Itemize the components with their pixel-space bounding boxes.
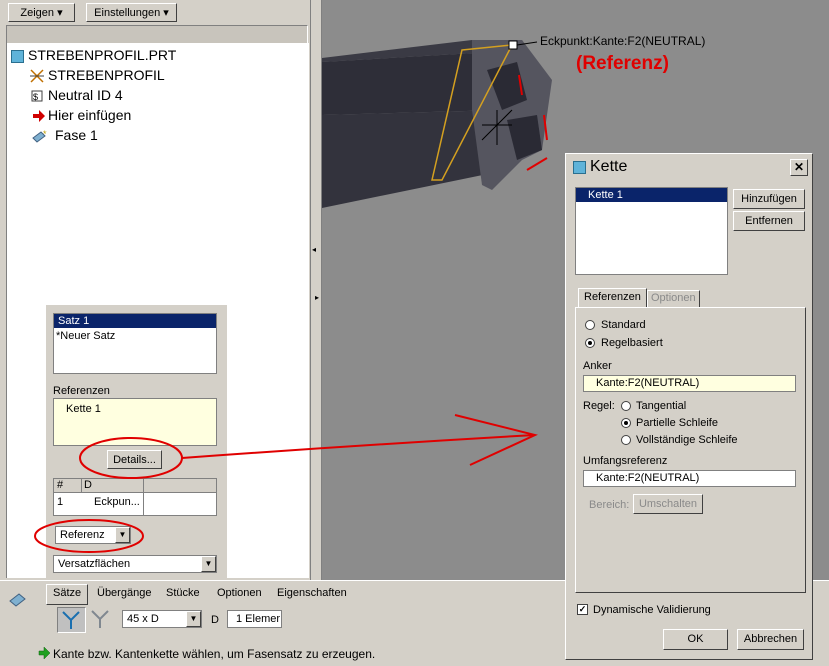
add-chain-button[interactable]: Hinzufügen: [733, 189, 805, 209]
ok-button[interactable]: OK: [663, 629, 728, 650]
offset-surfaces-select[interactable]: Versatzflächen ▼: [53, 555, 217, 573]
chain-list-item[interactable]: Kette 1: [576, 188, 727, 202]
standard-radio-label: Standard: [601, 319, 646, 331]
table-divider: [143, 479, 144, 515]
chevron-down-icon[interactable]: ▼: [115, 527, 130, 543]
corner-transition-mode-icon[interactable]: [88, 607, 112, 631]
sets-list[interactable]: Satz 1 *Neuer Satz: [53, 313, 217, 374]
set-item-new[interactable]: *Neuer Satz: [54, 328, 216, 344]
complete-loop-radio-label: Vollständige Schleife: [636, 434, 738, 446]
d-value-input[interactable]: 1 Elemer: [227, 610, 282, 628]
insert-arrow-icon: [32, 109, 46, 123]
dialog-title: Kette: [590, 158, 628, 175]
standard-radio[interactable]: [585, 320, 595, 330]
complete-loop-radio[interactable]: [621, 435, 631, 445]
collapse-arrow-icon[interactable]: ◂: [312, 245, 316, 254]
settings-menu-button[interactable]: Einstellungen ▾: [86, 3, 177, 22]
cancel-button[interactable]: Abbrechen: [737, 629, 804, 650]
anchor-field[interactable]: Kante:F2(NEUTRAL): [583, 375, 796, 392]
reference-select[interactable]: Referenz ▼: [55, 526, 131, 544]
details-button[interactable]: Details...: [107, 450, 162, 469]
tree-item-feature[interactable]: STREBENPROFIL: [48, 67, 165, 83]
table-cell-number: 1: [57, 496, 64, 508]
partial-loop-radio-label: Partielle Schleife: [636, 417, 718, 429]
edge-chamfer-mode-icon[interactable]: [57, 607, 86, 633]
table-header-d: D: [82, 479, 216, 493]
tab-transitions[interactable]: Übergänge: [97, 587, 151, 599]
tangential-radio[interactable]: [621, 401, 631, 411]
rule-based-radio-label: Regelbasiert: [601, 337, 663, 349]
neutral-icon: $: [30, 89, 44, 103]
tab-properties[interactable]: Eigenschaften: [277, 587, 347, 599]
tree-item-part[interactable]: STREBENPROFIL.PRT: [28, 47, 176, 63]
tab-options[interactable]: Optionen: [217, 587, 262, 599]
d-label: D: [211, 614, 219, 626]
dynamic-validation-checkbox[interactable]: ✓: [577, 604, 588, 615]
extent-reference-field[interactable]: Kante:F2(NEUTRAL): [583, 470, 796, 487]
reference-item-chain[interactable]: Kette 1: [54, 399, 216, 419]
tree-item-insert-here[interactable]: Hier einfügen: [48, 107, 131, 123]
chamfer-icon: *: [32, 129, 47, 143]
references-collector[interactable]: Kette 1: [53, 398, 217, 446]
anchor-label: Anker: [583, 360, 612, 372]
close-icon[interactable]: ✕: [790, 159, 808, 176]
show-menu-button[interactable]: Zeigen ▾: [8, 3, 75, 22]
set-item-1[interactable]: Satz 1: [54, 314, 216, 328]
tab-dialog-options[interactable]: Optionen: [647, 290, 700, 308]
svg-text:*: *: [43, 129, 47, 139]
part-icon: [11, 50, 24, 63]
extent-reference-label: Umfangsreferenz: [583, 455, 668, 467]
table-header-number: #: [54, 479, 82, 493]
dimension-table[interactable]: # D 1 Eckpun...: [53, 478, 217, 516]
dynamic-validation-label: Dynamische Validierung: [593, 604, 711, 616]
toggle-button[interactable]: Umschalten: [633, 494, 703, 514]
strut-profile-model[interactable]: [322, 0, 572, 220]
offset-select-value: Versatzflächen: [58, 558, 131, 570]
dialog-app-icon: [573, 161, 586, 174]
partial-loop-radio[interactable]: [621, 418, 631, 428]
panel-splitter[interactable]: [310, 0, 322, 580]
dimension-scheme-value: 45 x D: [127, 613, 159, 625]
rule-label: Regel:: [583, 400, 615, 412]
chevron-down-icon[interactable]: ▼: [201, 556, 216, 572]
chamfer-feature-icon: [8, 590, 28, 611]
vertex-label: Eckpunkt:Kante:F2(NEUTRAL): [540, 34, 706, 48]
annotation-referenz: (Referenz): [576, 53, 669, 74]
reference-select-value: Referenz: [60, 529, 105, 541]
message-arrow-icon: [38, 646, 51, 663]
expand-arrow-icon[interactable]: ▸: [315, 293, 319, 302]
references-heading: Referenzen: [53, 385, 110, 397]
svg-text:$: $: [33, 92, 38, 102]
tree-filter-bar[interactable]: [6, 25, 308, 44]
status-message: Kante bzw. Kantenkette wählen, um Fasens…: [53, 647, 376, 661]
dimension-scheme-select[interactable]: 45 x D ▼: [122, 610, 202, 628]
tangential-radio-label: Tangential: [636, 400, 687, 412]
rule-based-radio[interactable]: [585, 338, 595, 348]
tab-sets[interactable]: Sätze: [46, 584, 89, 605]
table-cell-d[interactable]: Eckpun...: [94, 496, 140, 508]
chain-list[interactable]: Kette 1: [575, 187, 728, 275]
tree-item-chamfer[interactable]: Fase 1: [55, 127, 98, 143]
tree-item-neutral[interactable]: Neutral ID 4: [48, 87, 123, 103]
feature-icon: [30, 69, 44, 83]
chevron-down-icon[interactable]: ▼: [186, 611, 201, 627]
references-tab-page: [575, 307, 806, 593]
range-label: Bereich:: [589, 499, 630, 511]
tab-pieces[interactable]: Stücke: [166, 587, 200, 599]
remove-chain-button[interactable]: Entfernen: [733, 211, 805, 231]
tab-references[interactable]: Referenzen: [578, 288, 647, 308]
